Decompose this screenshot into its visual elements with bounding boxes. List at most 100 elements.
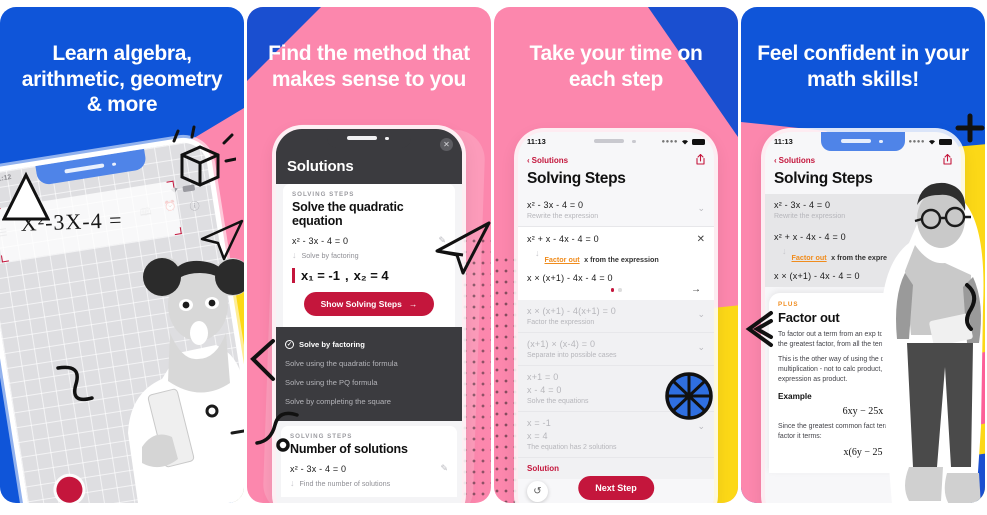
down-arrow-icon: ↓: [782, 246, 787, 256]
panel-2-headline: Find the method that makes sense to you: [268, 42, 470, 91]
back-label: Solutions: [531, 156, 569, 165]
step-equation: x = -1: [527, 417, 551, 428]
method-list[interactable]: ✓ Solve by factoring Solve using the qua…: [276, 327, 462, 421]
back-button[interactable]: ‹ Solutions: [527, 156, 568, 165]
method-item[interactable]: Solve using the quadratic formula: [285, 354, 453, 373]
down-arrow-icon: ↓: [535, 248, 540, 258]
pager-dot[interactable]: [618, 288, 622, 292]
phone-navbar: ‹ Solutions: [765, 151, 961, 167]
hint-text: Factor out x from the expression: [545, 249, 659, 267]
back-label: Solutions: [778, 156, 816, 165]
method-item[interactable]: Solve using the PQ formula: [285, 373, 453, 392]
phone-notch: [327, 129, 411, 148]
down-arrow-icon: ↓: [292, 250, 297, 260]
step-equation-2: x - 4 = 0: [527, 384, 562, 395]
step-equation: x² - 3x - 4 = 0: [527, 200, 584, 210]
wifi-icon: [929, 139, 935, 144]
step-equation-2: x = 4: [527, 430, 548, 441]
close-icon[interactable]: ✕: [697, 234, 705, 245]
share-icon[interactable]: [943, 153, 952, 167]
factor-out-link[interactable]: Factor out: [792, 253, 827, 262]
hint-rest: x from the expression: [584, 255, 659, 264]
answer-root-1: x₁ = -1: [301, 268, 340, 283]
wifi-icon: [682, 139, 688, 144]
phone-status-right: ●●●●: [661, 138, 705, 145]
card-kicker: SOLVING STEPS: [292, 191, 355, 198]
card2-title: Number of solutions: [290, 442, 408, 456]
battery-icon: [692, 138, 705, 145]
step-row[interactable]: (x+1) × (x-4) = 0 Separate into possible…: [518, 333, 714, 366]
undo-button[interactable]: ↺: [527, 481, 548, 502]
step-pager[interactable]: →: [527, 283, 705, 296]
card2-note: Find the number of solutions: [299, 479, 391, 488]
back-button[interactable]: ‹ Solutions: [774, 156, 815, 165]
phone-status-right: ●●●●: [908, 138, 952, 145]
check-icon: ✓: [285, 340, 294, 349]
close-icon[interactable]: ✕: [440, 138, 453, 151]
signal-icon: ●●●●: [661, 138, 678, 145]
step-note: Rewrite the expression: [527, 213, 599, 220]
phone-status-bar: [276, 129, 462, 148]
step-note: Separate into possible cases: [527, 351, 617, 359]
card-method-note: Solve by factoring: [301, 251, 359, 260]
method-label: Solve by factoring: [299, 340, 365, 349]
share-icon[interactable]: [696, 153, 705, 167]
chevron-left-icon: ‹: [774, 156, 777, 165]
card2-equation: x² - 3x - 4 = 0: [290, 463, 347, 474]
active-step-result: x × (x+1) - 4x - 4 = 0: [527, 273, 613, 283]
panel-3-phone-mockup: 11:13 ●●●● ‹ Solutions Solving Steps x² …: [518, 132, 714, 503]
phone-notch: [574, 132, 658, 151]
battery-icon: [182, 183, 196, 192]
method-item[interactable]: Solve by completing the square: [285, 392, 453, 411]
chevron-down-icon[interactable]: ⌄: [697, 375, 705, 386]
panel-4-headline: Feel confident in your math skills!: [757, 42, 969, 91]
show-solving-steps-button[interactable]: Show Solving Steps →: [304, 292, 434, 316]
factor-out-link[interactable]: Factor out: [545, 255, 580, 264]
pencil-icon[interactable]: ✎: [440, 463, 448, 474]
step-row[interactable]: x+1 = 0 x - 4 = 0 Solve the equations ⌄: [518, 366, 714, 412]
step-row[interactable]: x × (x+1) - 4(x+1) = 0 Factor the expres…: [518, 300, 714, 333]
chevron-down-icon[interactable]: ⌄: [697, 421, 705, 432]
signal-icon: ●●●●: [908, 138, 925, 145]
sheet-title: Solutions: [276, 148, 462, 184]
arrow-right-icon[interactable]: →: [691, 284, 701, 295]
phone-navbar: ‹ Solutions: [518, 151, 714, 167]
upcoming-steps-list[interactable]: x × (x+1) - 4(x+1) = 0 Factor the expres…: [518, 299, 714, 479]
card2-kicker: SOLVING STEPS: [290, 433, 353, 440]
chevron-down-icon[interactable]: ⌄: [697, 309, 705, 320]
step-equation: (x+1) × (x-4) = 0: [527, 338, 596, 349]
answer-separator: ,: [344, 268, 349, 283]
battery-icon: [939, 138, 952, 145]
step-note: Solve the equations: [527, 397, 589, 405]
arrow-right-icon: →: [408, 299, 418, 309]
panel-3-headline: Take your time on each step: [529, 42, 703, 91]
card-answer: x₁ = -1 , x₂ = 4: [292, 268, 446, 283]
panel-1-headline: Learn algebra, arithmetic, geometry & mo…: [21, 42, 223, 117]
app-screenshot-panel-3[interactable]: Take your time on each step 11:13 ●●●● ‹…: [494, 7, 738, 503]
step-equation: x × (x+1) - 4(x+1) = 0: [527, 305, 616, 316]
phone-status-time: 11:13: [774, 137, 793, 146]
app-screenshot-panel-4[interactable]: Feel confident in your math skills! 11:1…: [741, 7, 985, 503]
screenshot-gallery: Learn algebra, arithmetic, geometry & mo…: [0, 0, 987, 515]
app-screenshot-panel-2[interactable]: Find the method that makes sense to you …: [247, 7, 491, 503]
step-row-done[interactable]: x² - 3x - 4 = 0 Rewrite the expression ⌄: [518, 194, 714, 227]
pencil-icon[interactable]: ✎: [438, 235, 446, 246]
card-equation: x² - 3x - 4 = 0: [292, 235, 349, 246]
method-item-selected[interactable]: ✓ Solve by factoring: [285, 335, 453, 354]
phone-notch: [821, 132, 905, 151]
next-step-button[interactable]: Next Step: [578, 476, 654, 500]
chevron-down-icon[interactable]: ⌄: [697, 203, 705, 214]
chevron-down-icon[interactable]: ⌄: [697, 342, 705, 353]
app-screenshot-panel-1[interactable]: Learn algebra, arithmetic, geometry & mo…: [0, 7, 244, 503]
show-solving-steps-label: Show Solving Steps: [320, 299, 402, 309]
step-note: The equation has 2 solutions: [527, 443, 617, 451]
answer-root-2: x₂ = 4: [353, 268, 389, 283]
person-photo-student: [881, 182, 984, 503]
page-title: Solving Steps: [527, 170, 626, 187]
step-row[interactable]: x = -1 x = 4 The equation has 2 solution…: [518, 412, 714, 458]
number-of-solutions-card: SOLVING STEPS Number of solutions x² - 3…: [281, 426, 457, 497]
active-step-card[interactable]: x² + x - 4x - 4 = 0 ✕ ↓ Factor out x fro…: [518, 227, 714, 300]
step-note: Factor the expression: [527, 318, 595, 326]
step-equation: x+1 = 0: [527, 371, 559, 382]
pager-dot-active[interactable]: [610, 288, 614, 292]
